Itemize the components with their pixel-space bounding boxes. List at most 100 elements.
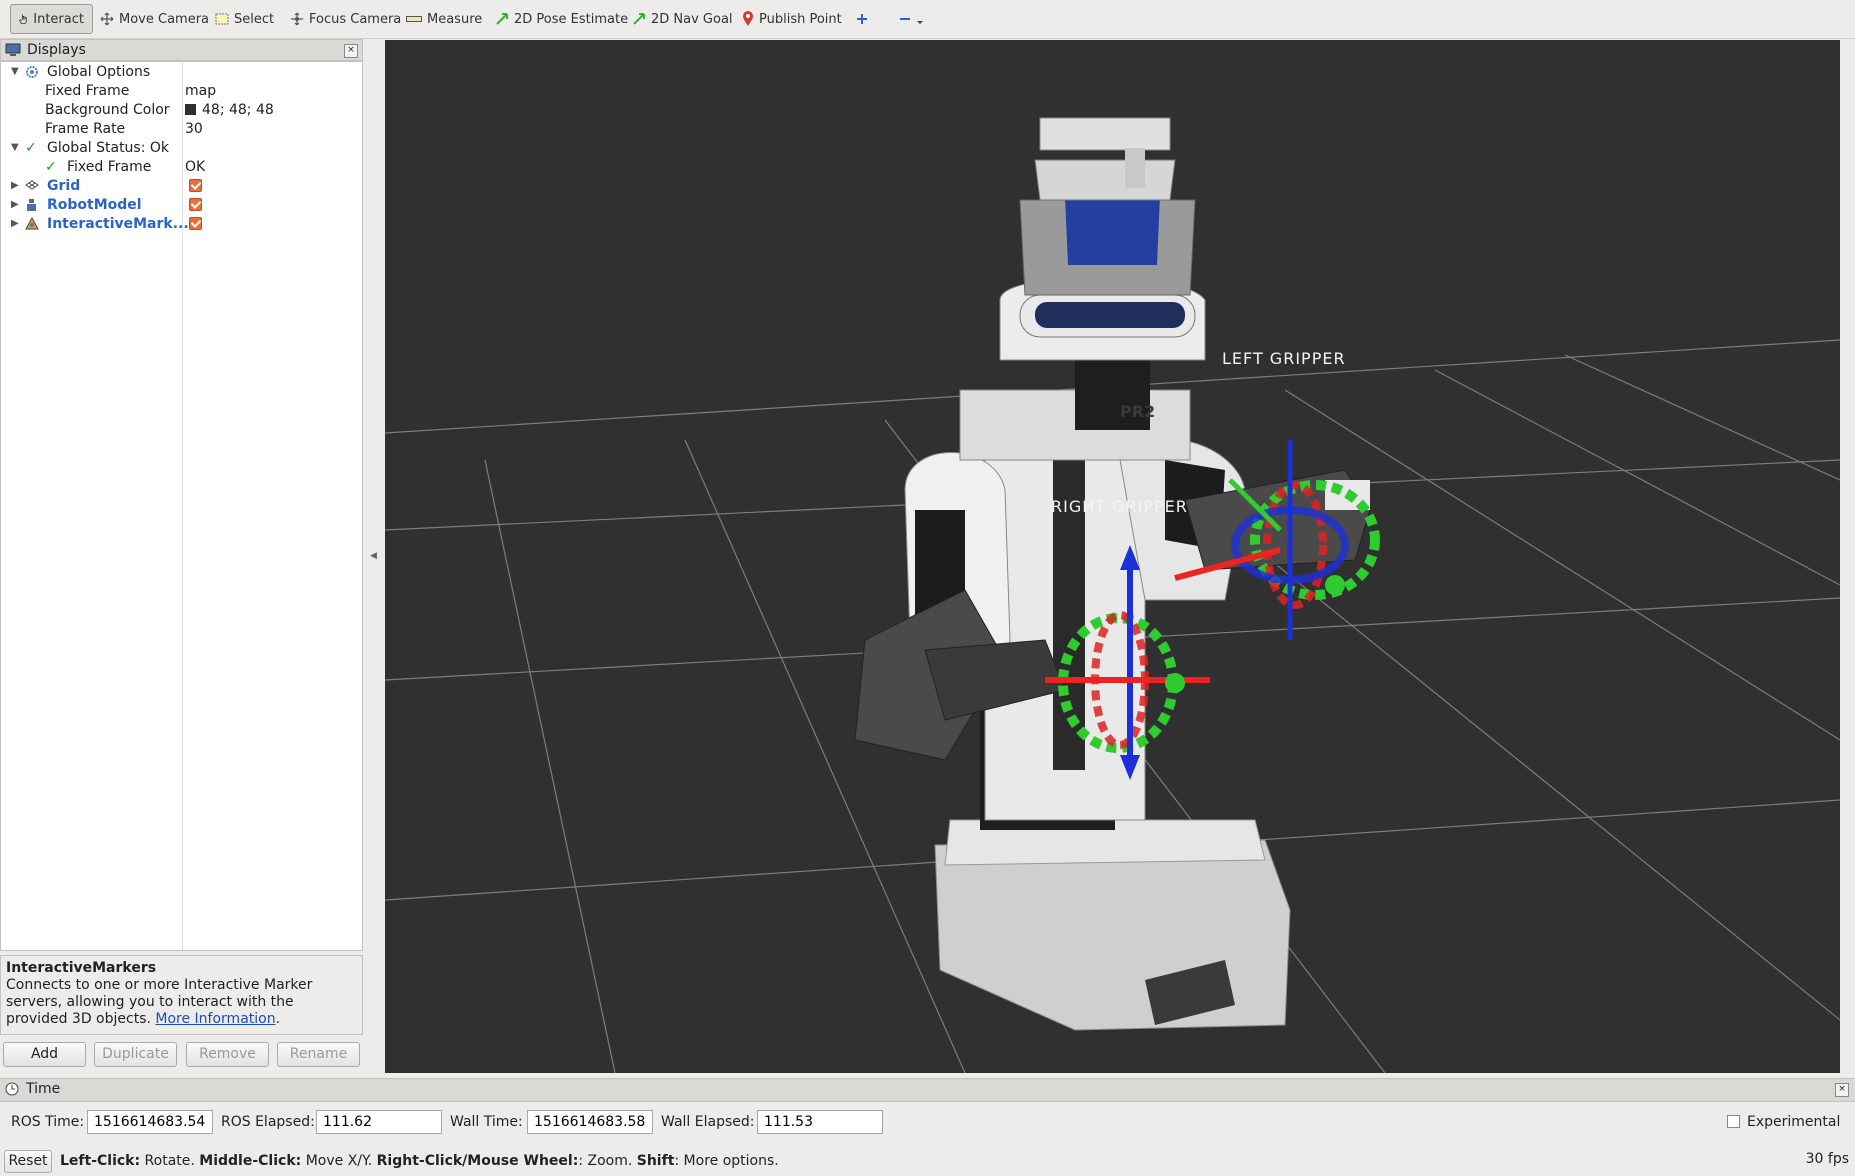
background-color-value[interactable]: 48; 48; 48 — [185, 102, 274, 118]
interact-tool[interactable]: Interact — [10, 4, 93, 34]
description-title: InteractiveMarkers — [6, 960, 157, 976]
hint-right-click: Right-Click/Mouse Wheel: — [376, 1153, 579, 1169]
collapsed-arrow-icon[interactable]: ▶ — [11, 180, 19, 191]
ros-time-field[interactable] — [87, 1110, 213, 1134]
interactive-marker-icon — [25, 217, 39, 230]
hint-middle-click: Middle-Click: — [199, 1153, 302, 1169]
select-tool[interactable]: Select — [215, 4, 274, 34]
fps-counter: 30 fps — [1805, 1151, 1849, 1167]
time-title: Time — [26, 1081, 61, 1097]
measure-label: Measure — [427, 11, 483, 27]
tree-row-frame-rate[interactable]: Frame Rate 30 — [1, 120, 362, 139]
ruler-icon — [406, 16, 422, 22]
left-gripper-label: LEFT GRIPPER — [1222, 349, 1346, 368]
gear-icon — [26, 66, 38, 78]
robotmodel-label: RobotModel — [47, 197, 142, 213]
collapsed-arrow-icon[interactable]: ▶ — [11, 218, 19, 229]
collapsed-arrow-icon[interactable]: ▶ — [11, 199, 19, 210]
close-icon[interactable]: × — [344, 44, 358, 58]
expanded-arrow-icon[interactable]: ▼ — [11, 142, 19, 153]
map-pin-icon — [743, 11, 753, 26]
time-panel: ROS Time: ROS Elapsed: Wall Time: Wall E… — [0, 1100, 1855, 1144]
hint-shift: Shift — [636, 1153, 675, 1169]
left-splitter-handle[interactable]: ◀ — [370, 551, 377, 561]
left-gripper-marker[interactable] — [385, 40, 1840, 1073]
wall-elapsed-field[interactable] — [757, 1110, 883, 1134]
nav-goal-tool[interactable]: 2D Nav Goal — [632, 4, 733, 34]
move-arrows-icon — [100, 12, 114, 26]
add-button[interactable]: Add — [3, 1042, 86, 1067]
time-panel-header: Time × — [0, 1078, 1855, 1102]
wall-time-field[interactable] — [527, 1110, 653, 1134]
close-icon[interactable]: × — [1835, 1083, 1849, 1097]
grid-label: Grid — [47, 178, 81, 194]
robot-icon — [27, 199, 36, 211]
3d-viewport[interactable]: PR2 LEFT GRIPPER RIGHT GRIPPER — [385, 40, 1840, 1073]
experimental-label: Experimental — [1747, 1114, 1841, 1130]
fixed-frame-label: Fixed Frame — [45, 83, 130, 99]
grid-checkbox[interactable] — [189, 179, 202, 192]
focus-camera-tool[interactable]: Focus Camera — [290, 4, 401, 34]
duplicate-button[interactable]: Duplicate — [94, 1042, 177, 1067]
expanded-arrow-icon[interactable]: ▼ — [11, 66, 19, 77]
tree-row-fixed-frame[interactable]: Fixed Frame map — [1, 82, 362, 101]
plus-icon — [857, 14, 867, 24]
wall-time-label: Wall Time: — [450, 1114, 523, 1130]
pose-estimate-label: 2D Pose Estimate — [514, 11, 629, 27]
green-arrow-icon — [633, 13, 645, 25]
tree-row-grid[interactable]: ▶ Grid — [1, 177, 362, 196]
right-gripper-label: RIGHT GRIPPER — [1051, 497, 1188, 516]
tree-row-status-fixed-frame[interactable]: ✓ Fixed Frame OK — [1, 158, 362, 177]
interact-label: Interact — [33, 11, 84, 27]
hint-right-click-action: : Zoom. — [578, 1153, 637, 1169]
hand-pointer-icon — [19, 14, 27, 25]
select-label: Select — [234, 11, 275, 27]
tree-row-robotmodel[interactable]: ▶ RobotModel — [1, 196, 362, 215]
grid-icon — [25, 180, 39, 190]
remove-button[interactable]: Remove — [186, 1042, 269, 1067]
pose-estimate-tool[interactable]: 2D Pose Estimate — [495, 4, 628, 34]
tree-row-global-options[interactable]: ▼ Global Options — [1, 63, 362, 82]
measure-tool[interactable]: Measure — [406, 4, 482, 34]
checkmark-icon: ✓ — [25, 140, 37, 156]
clock-icon — [5, 1082, 19, 1096]
ros-elapsed-field[interactable] — [316, 1110, 442, 1134]
color-swatch — [185, 104, 196, 115]
hint-left-click-action: Rotate. — [140, 1153, 200, 1169]
fixed-frame-value[interactable]: map — [185, 83, 216, 99]
checkmark-icon: ✓ — [45, 159, 57, 175]
rename-button[interactable]: Rename — [277, 1042, 360, 1067]
background-color-text: 48; 48; 48 — [202, 102, 274, 118]
hint-shift-action: : More options. — [674, 1153, 779, 1169]
focus-target-icon — [291, 12, 303, 26]
publish-point-tool[interactable]: Publish Point — [742, 4, 842, 34]
displays-tree: ▼ Global Options Fixed Frame map Backgro… — [0, 61, 363, 951]
green-arrow-icon — [496, 13, 508, 25]
frame-rate-label: Frame Rate — [45, 121, 126, 137]
robotmodel-checkbox[interactable] — [189, 198, 202, 211]
experimental-checkbox[interactable] — [1727, 1115, 1740, 1128]
tree-row-background-color[interactable]: Background Color 48; 48; 48 — [1, 101, 362, 120]
hint-left-click: Left-Click: — [60, 1153, 141, 1169]
ros-elapsed-label: ROS Elapsed: — [221, 1114, 315, 1130]
frame-rate-value[interactable]: 30 — [185, 121, 203, 137]
ros-time-label: ROS Time: — [11, 1114, 85, 1130]
background-color-label: Background Color — [45, 102, 170, 118]
tree-row-interactive-markers[interactable]: ▶ InteractiveMark... — [1, 215, 362, 234]
wall-elapsed-label: Wall Elapsed: — [661, 1114, 755, 1130]
interactive-markers-checkbox[interactable] — [189, 217, 202, 230]
global-options-label: Global Options — [47, 64, 151, 80]
add-tool-button[interactable] — [855, 4, 874, 34]
display-description: InteractiveMarkers Connects to one or mo… — [0, 955, 363, 1035]
hint-middle-click-action: Move X/Y. — [301, 1153, 377, 1169]
publish-point-label: Publish Point — [759, 11, 842, 27]
minus-dropdown-icon — [900, 18, 923, 24]
more-information-link[interactable]: More Information — [155, 1011, 275, 1027]
reset-button[interactable]: Reset — [4, 1150, 52, 1173]
remove-tool-button[interactable] — [898, 4, 929, 34]
displays-title: Displays — [27, 42, 86, 58]
selection-box-icon — [215, 13, 229, 25]
tree-row-global-status[interactable]: ▼ ✓ Global Status: Ok — [1, 139, 362, 158]
toolbar: Interact Move Camera Select Focus Camera… — [0, 0, 1855, 39]
move-camera-tool[interactable]: Move Camera — [100, 4, 209, 34]
